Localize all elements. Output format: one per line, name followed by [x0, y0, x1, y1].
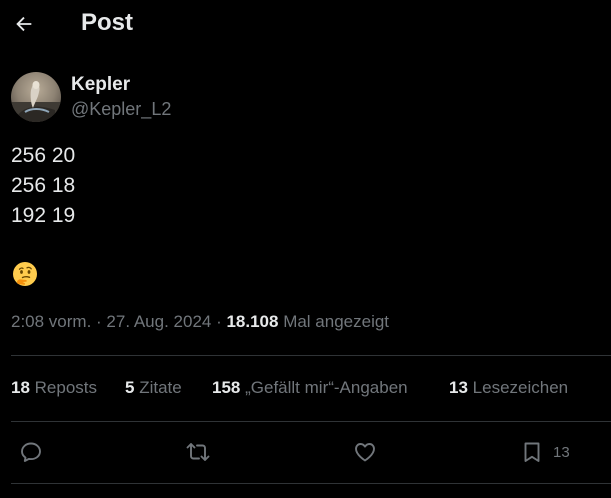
likes-label: „Gefällt mir“-Angaben: [245, 378, 408, 397]
bookmark-count: 13: [553, 443, 570, 461]
reply-icon: [21, 442, 41, 462]
post-line: 256 20: [11, 144, 76, 167]
likes-count: 158: [212, 378, 241, 397]
heart-icon: [355, 443, 375, 462]
avatar[interactable]: [11, 72, 61, 122]
post-text: 256 20 256 18 192 19: [11, 141, 75, 231]
thinking-face-icon: [13, 262, 37, 286]
author-handle[interactable]: @Kepler_L2: [71, 99, 171, 120]
likes-stat[interactable]: 158 „Gefällt mir“-Angaben: [212, 378, 408, 398]
post-date[interactable]: 27. Aug. 2024: [106, 312, 211, 331]
repost-icon: [186, 443, 210, 461]
quotes-count: 5: [125, 378, 135, 397]
author-name[interactable]: Kepler: [71, 74, 130, 96]
meta-separator: ·: [211, 312, 227, 331]
divider: [11, 355, 611, 356]
divider: [11, 421, 611, 422]
post-line: 192 19: [11, 204, 76, 227]
quotes-label: Zitate: [139, 378, 182, 397]
top-bar: Post: [0, 0, 611, 48]
bookmarks-label: Lesezeichen: [472, 378, 569, 397]
page-title: Post: [81, 9, 134, 36]
divider: [11, 483, 611, 484]
avatar-image: [11, 72, 61, 122]
post-line: 256 18: [11, 174, 76, 197]
quotes-stat[interactable]: 5 Zitate: [125, 378, 182, 398]
arrow-left-icon: [16, 16, 32, 32]
reposts-count: 18: [11, 378, 30, 397]
bookmark-button[interactable]: 13: [520, 437, 570, 467]
bookmarks-stat[interactable]: 13 Lesezeichen: [449, 378, 568, 398]
reply-button[interactable]: [19, 437, 43, 467]
bookmark-icon: [524, 442, 540, 462]
reposts-label: Reposts: [34, 378, 98, 397]
back-button[interactable]: [10, 10, 38, 38]
post-time[interactable]: 2:08 vorm.: [11, 312, 91, 331]
like-button[interactable]: [353, 437, 377, 467]
views-label: Mal angezeigt: [278, 312, 390, 331]
meta-separator: ·: [91, 312, 107, 331]
bookmarks-count: 13: [449, 378, 468, 397]
reposts-stat[interactable]: 18 Reposts: [11, 378, 97, 398]
views-count: 18.108: [226, 312, 279, 331]
repost-button[interactable]: [185, 437, 211, 467]
post-meta: 2:08 vorm. · 27. Aug. 2024 · 18.108 Mal …: [11, 312, 389, 332]
